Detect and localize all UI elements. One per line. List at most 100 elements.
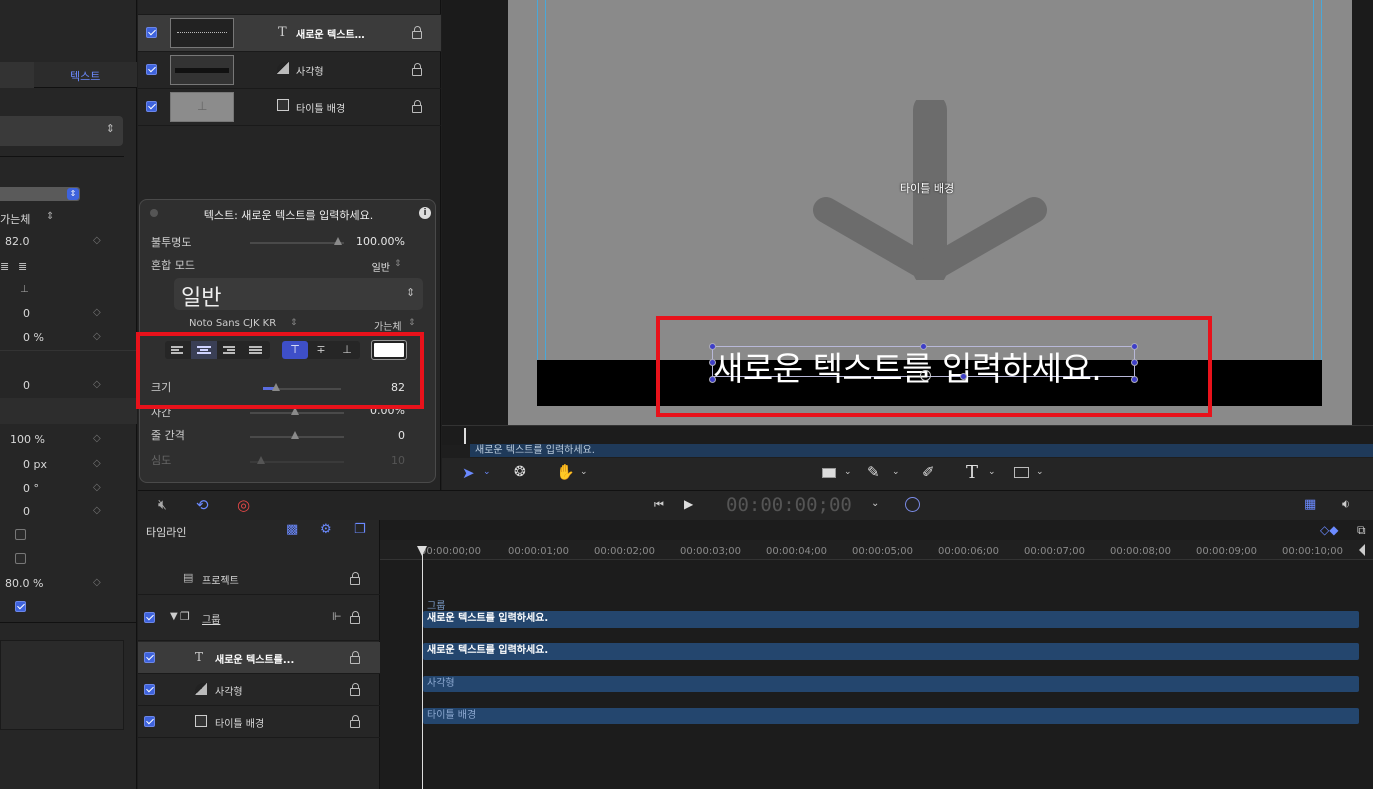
font-family-popup[interactable]: Noto Sans CJK KR bbox=[189, 318, 276, 329]
volume-icon[interactable]: 🔉︎ bbox=[1342, 497, 1350, 512]
loop-playback-icon[interactable]: ⟲ bbox=[196, 496, 209, 514]
keyframe-icon[interactable]: ◇ bbox=[93, 331, 101, 342]
field-value[interactable]: 0 ° bbox=[23, 482, 39, 495]
bg-track-clip[interactable]: 타이틀 배경 bbox=[423, 708, 1359, 724]
layer-visibility-checkbox[interactable] bbox=[146, 101, 157, 112]
chevron-down-icon[interactable]: ⌄ bbox=[844, 467, 852, 477]
chevron-down-icon[interactable]: ⌄ bbox=[988, 467, 996, 477]
layer-row-text[interactable]: T 새로운 텍스트… bbox=[138, 15, 441, 52]
lock-icon[interactable] bbox=[412, 26, 422, 39]
tab-text[interactable]: 텍스트 bbox=[70, 68, 100, 84]
playhead-icon[interactable] bbox=[464, 428, 466, 444]
keyframe-icon[interactable]: ◇ bbox=[93, 458, 101, 469]
keyframe-navigation-icon[interactable]: ◇◆ bbox=[1320, 523, 1338, 537]
lock-icon[interactable] bbox=[350, 611, 360, 624]
size-value[interactable]: 82.0 bbox=[5, 235, 30, 248]
show-timeline-icon[interactable]: ▦ bbox=[1304, 497, 1316, 512]
select-transform-tool-icon[interactable]: ➤ bbox=[462, 464, 475, 482]
out-point-icon[interactable] bbox=[1359, 544, 1365, 556]
shape-track-clip[interactable]: 사각형 bbox=[423, 676, 1359, 692]
checker-icon[interactable]: ▩ bbox=[286, 522, 298, 537]
chevron-down-icon[interactable]: ⌄ bbox=[1036, 467, 1044, 477]
checkbox[interactable] bbox=[15, 601, 26, 612]
timing-icon[interactable] bbox=[905, 497, 920, 512]
paint-stroke-tool-icon[interactable]: ✐ bbox=[922, 463, 935, 481]
pan-tool-icon[interactable]: ✋ bbox=[556, 463, 575, 481]
timeline-row-group[interactable]: ▼ ❐ 그룹 ⊩ bbox=[138, 597, 380, 641]
timeline-row-drop-zone[interactable]: 타이틀 배경 bbox=[138, 706, 380, 738]
field-value[interactable]: 0 % bbox=[23, 331, 44, 344]
field-value[interactable]: 100 % bbox=[10, 433, 45, 446]
field-value[interactable]: 0 bbox=[23, 307, 30, 320]
mini-timeline[interactable] bbox=[442, 425, 1373, 445]
lock-icon[interactable] bbox=[350, 651, 360, 664]
font-weight-popup[interactable]: 가는체 bbox=[374, 318, 402, 333]
keyframe-icon[interactable]: ◇ bbox=[93, 577, 101, 588]
timeline-playhead[interactable] bbox=[422, 548, 423, 789]
mini-timeline-clip[interactable]: 새로운 텍스트를 입력하세요. bbox=[470, 444, 1373, 457]
align-justify-icon[interactable]: ≣ bbox=[0, 260, 9, 273]
layer-visibility-checkbox[interactable] bbox=[146, 27, 157, 38]
lock-icon[interactable] bbox=[350, 715, 360, 728]
lock-icon[interactable] bbox=[412, 63, 422, 76]
field-value[interactable]: 0 bbox=[23, 379, 30, 392]
align-full-icon[interactable]: ≣ bbox=[18, 260, 27, 273]
depth-slider-knob[interactable] bbox=[257, 456, 265, 464]
blend-mode-popup[interactable]: 일반 bbox=[350, 259, 390, 274]
keyframe-icon[interactable]: ◇ bbox=[93, 505, 101, 516]
text-track-clip[interactable]: 새로운 텍스트를 입력하세요. bbox=[423, 643, 1359, 660]
info-icon[interactable]: i bbox=[419, 207, 431, 219]
lock-icon[interactable] bbox=[350, 572, 360, 585]
preset-dropdown[interactable]: ⇕ bbox=[0, 116, 123, 146]
layers-icon[interactable]: ❐ bbox=[354, 522, 366, 537]
line-spacing-slider-knob[interactable] bbox=[291, 431, 299, 439]
rectangle-tool-icon[interactable] bbox=[822, 468, 836, 478]
bezier-tool-icon[interactable]: ✎ bbox=[867, 463, 880, 481]
orbit-tool-icon[interactable]: ❂ bbox=[514, 464, 526, 480]
visibility-checkbox[interactable] bbox=[144, 652, 155, 663]
tab-previous[interactable] bbox=[0, 62, 34, 88]
visibility-checkbox[interactable] bbox=[144, 612, 155, 623]
timeline-row-shape[interactable]: 사각형 bbox=[138, 674, 380, 706]
layer-row[interactable] bbox=[138, 0, 441, 15]
audio-mute-icon[interactable]: 🔇︎ bbox=[158, 497, 167, 513]
opacity-slider[interactable] bbox=[250, 242, 344, 244]
opacity-value[interactable]: 100.00% bbox=[340, 235, 405, 248]
weight-popup[interactable]: 가는체 bbox=[0, 211, 30, 227]
visibility-checkbox[interactable] bbox=[144, 684, 155, 695]
depth-value[interactable]: 10 bbox=[340, 454, 405, 467]
timeline-row-text[interactable]: T 새로운 텍스트를... bbox=[138, 642, 380, 674]
chevron-down-icon[interactable]: ⌄ bbox=[580, 467, 588, 477]
layer-options-icon[interactable]: ⊩ bbox=[332, 610, 342, 623]
chevron-down-icon[interactable]: ⌄ bbox=[892, 467, 900, 477]
timecode-display[interactable]: 00:00:00;00 bbox=[726, 494, 852, 516]
field-value[interactable]: 0 px bbox=[23, 458, 47, 471]
font-dropdown[interactable]: ⇕ bbox=[0, 187, 80, 201]
visibility-checkbox[interactable] bbox=[144, 716, 155, 727]
lock-icon[interactable] bbox=[350, 683, 360, 696]
gear-icon[interactable]: ⚙ bbox=[320, 522, 332, 537]
record-animation-icon[interactable]: ◎ bbox=[237, 496, 250, 514]
group-track-clip[interactable]: 새로운 텍스트를 입력하세요. bbox=[423, 611, 1359, 628]
keyframe-icon[interactable]: ◇ bbox=[93, 482, 101, 493]
snapping-icon[interactable]: ⧉ bbox=[1357, 523, 1366, 538]
go-to-start-icon[interactable]: ⏮︎ bbox=[654, 498, 664, 512]
timeline-row-project[interactable]: ▤ 프로젝트 bbox=[138, 563, 380, 595]
chevron-down-icon[interactable]: ⌄ bbox=[483, 467, 491, 477]
keyframe-icon[interactable]: ◇ bbox=[93, 235, 101, 246]
checkbox[interactable] bbox=[15, 553, 26, 564]
play-icon[interactable]: ▶ bbox=[684, 497, 693, 511]
keyframe-icon[interactable]: ◇ bbox=[93, 433, 101, 444]
checkbox[interactable] bbox=[15, 529, 26, 540]
text-tool-icon[interactable]: T bbox=[966, 462, 978, 483]
layer-visibility-checkbox[interactable] bbox=[146, 64, 157, 75]
keyframe-icon[interactable]: ◇ bbox=[93, 379, 101, 390]
field-value[interactable]: 80.0 % bbox=[5, 577, 43, 590]
keyframe-icon[interactable]: ◇ bbox=[93, 307, 101, 318]
field-value[interactable]: 0 bbox=[23, 505, 30, 518]
align-bottom-icon[interactable]: ⊥ bbox=[20, 284, 29, 295]
chevron-down-icon[interactable]: ⌄ bbox=[871, 498, 879, 509]
line-spacing-value[interactable]: 0 bbox=[340, 429, 405, 442]
layer-row-drop-zone[interactable]: ⊥ 타이틀 배경 bbox=[138, 89, 441, 126]
disclosure-triangle-icon[interactable]: ▼ bbox=[170, 611, 178, 622]
